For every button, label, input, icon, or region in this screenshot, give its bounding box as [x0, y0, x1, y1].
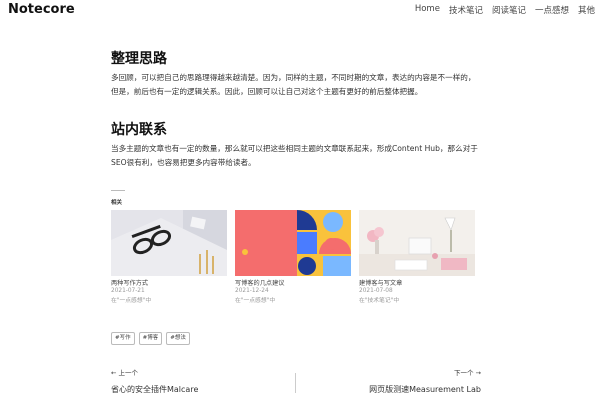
- related-card-date: 2021-07-21: [111, 288, 145, 294]
- prev-post-link[interactable]: 省心的安全插件Malcare: [111, 384, 198, 395]
- related-thumbnail-glasses[interactable]: [111, 210, 227, 276]
- related-label: 相关: [111, 200, 123, 206]
- related-card-title[interactable]: 建博客与写文章: [359, 278, 475, 287]
- nav-thoughts[interactable]: 一点感想: [535, 4, 569, 16]
- section-paragraph-organize: 多回顾，可以把自己的思路理得越来越清楚。因为，同样的主题，不同时期的文章，表达的…: [111, 73, 476, 96]
- tag-list: #写作 #博客 #想法: [111, 332, 190, 345]
- related-card[interactable]: 建博客与写文章 2021-07-08 在"技术笔记"中: [359, 210, 475, 304]
- pager-divider: [295, 373, 296, 393]
- section-paragraph-internal-links: 当多主题的文章也有一定的数量，那么就可以把这些相同主题的文章联系起来，形成Con…: [111, 144, 478, 167]
- related-thumbnail-geometric[interactable]: [235, 210, 351, 276]
- section-heading-internal-links: 站内联系: [111, 122, 167, 138]
- nav-other[interactable]: 其他: [578, 4, 595, 16]
- related-card-date: 2021-07-08: [359, 288, 393, 294]
- next-post-link[interactable]: 网页版测速Measurement Lab: [369, 384, 481, 395]
- site-logo[interactable]: Notecore: [8, 2, 75, 17]
- related-card-date: 2021-12-24: [235, 288, 269, 294]
- divider: [111, 190, 125, 191]
- nav-reading-notes[interactable]: 阅读笔记: [492, 4, 526, 16]
- related-card-category: 在"一点感想"中: [235, 298, 276, 304]
- main-nav: Home 技术笔记 阅读笔记 一点感想 其他: [415, 4, 595, 16]
- prev-post-label[interactable]: ← 上一个: [111, 367, 138, 377]
- nav-home[interactable]: Home: [415, 4, 440, 16]
- related-card-category: 在"技术笔记"中: [359, 298, 400, 304]
- next-post-label[interactable]: 下一个 →: [454, 367, 481, 377]
- tag-blog[interactable]: #博客: [138, 332, 163, 345]
- related-card[interactable]: 写博客的几点建议 2021-12-24 在"一点感想"中: [235, 210, 351, 304]
- related-card-title[interactable]: 两种写作方式: [111, 278, 227, 287]
- site-header: Notecore Home 技术笔记 阅读笔记 一点感想 其他: [0, 0, 600, 26]
- related-card-category: 在"一点感想"中: [111, 298, 152, 304]
- section-heading-organize: 整理思路: [111, 51, 167, 67]
- related-card-title[interactable]: 写博客的几点建议: [235, 278, 351, 287]
- tag-writing[interactable]: #写作: [111, 332, 135, 345]
- related-thumbnail-desk[interactable]: [359, 210, 475, 276]
- nav-tech-notes[interactable]: 技术笔记: [449, 4, 483, 16]
- post-pager: ← 上一个 省心的安全插件Malcare 下一个 → 网页版测速Measurem…: [111, 367, 481, 397]
- related-card[interactable]: 两种写作方式 2021-07-21 在"一点感想"中: [111, 210, 227, 304]
- tag-thoughts[interactable]: #想法: [166, 332, 190, 345]
